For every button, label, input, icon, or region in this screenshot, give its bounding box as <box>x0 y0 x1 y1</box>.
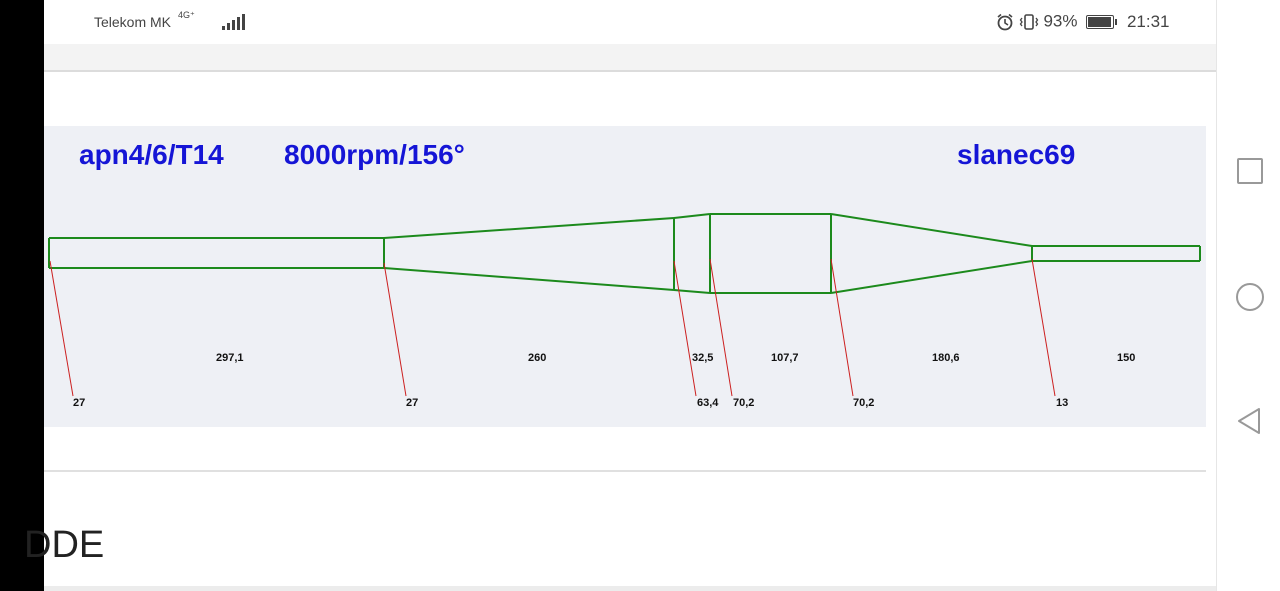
left-black-strip <box>0 0 44 591</box>
pipe-edge-cone-bottom <box>830 260 1033 294</box>
exhaust-pipe-diagram: apn4/6/T14 8000rpm/156° slanec69 297,1 2… <box>44 126 1206 427</box>
status-right: 93% 21:31 <box>996 11 1170 32</box>
diameter-markers <box>49 258 1056 397</box>
signal-icon <box>222 14 245 30</box>
pipe-edge-diffuser1-top <box>383 217 675 239</box>
diameter-label: 63,4 <box>697 397 719 409</box>
diameter-marker-line <box>1031 258 1056 397</box>
pipe-drawing <box>48 213 1201 397</box>
pipe-edge-diffuser2-top <box>673 213 711 219</box>
diameter-marker-line <box>673 260 697 397</box>
battery-icon <box>1086 14 1118 29</box>
browser-header-bar <box>44 44 1216 72</box>
diameter-label: 70,2 <box>733 397 755 409</box>
navigation-bar <box>1216 0 1280 591</box>
diameter-label: 13 <box>1056 397 1069 409</box>
battery-percent: 93% <box>1043 11 1078 31</box>
length-label: 297,1 <box>216 352 244 364</box>
diameter-marker-line <box>830 258 854 397</box>
diameter-marker-line <box>49 260 74 397</box>
divider <box>44 470 1206 472</box>
back-icon[interactable] <box>1235 406 1263 436</box>
page-heading-fragment: DDE <box>24 524 105 566</box>
diameter-label: 27 <box>406 397 419 409</box>
diameter-label: 27 <box>73 397 86 409</box>
length-label: 260 <box>528 352 547 364</box>
diameter-label: 70,2 <box>853 397 875 409</box>
status-bar: Telekom MK 4G⁺ 93% 21:31 <box>44 0 1216 44</box>
home-icon[interactable] <box>1236 283 1264 311</box>
pipe-edge-cone-top <box>830 213 1033 247</box>
pipe-outline <box>48 213 1201 294</box>
diameter-marker-line <box>383 262 407 397</box>
length-label: 150 <box>1117 352 1136 364</box>
bottom-divider <box>44 586 1216 591</box>
carrier-name: Telekom MK <box>94 14 172 30</box>
pipe-edge-diffuser1-bottom <box>383 267 675 291</box>
battery-level <box>1088 16 1111 27</box>
alarm-icon <box>997 13 1013 30</box>
network-type: 4G⁺ <box>178 10 195 20</box>
vibrate-icon <box>1019 13 1039 30</box>
clock: 21:31 <box>1126 11 1170 31</box>
length-label: 180,6 <box>932 352 960 364</box>
recent-apps-icon[interactable] <box>1237 158 1263 184</box>
length-label: 107,7 <box>771 352 799 364</box>
diameter-marker-line <box>709 258 733 397</box>
length-label: 32,5 <box>692 352 714 364</box>
